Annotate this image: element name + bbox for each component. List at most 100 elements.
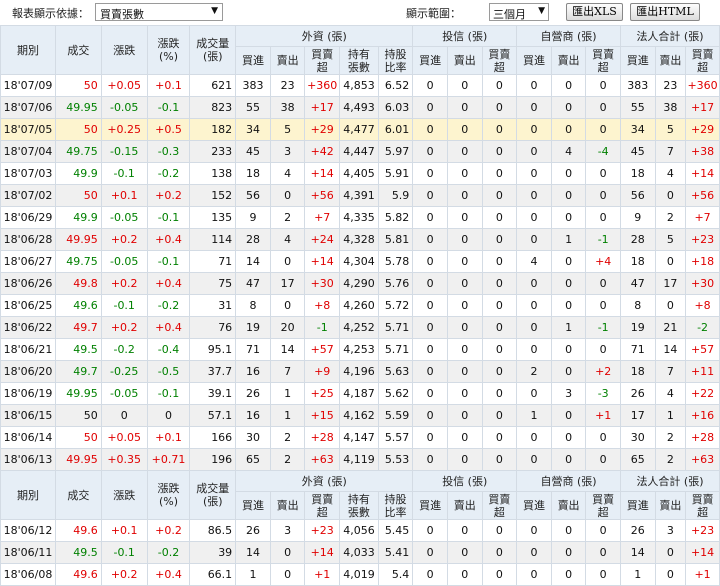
table-cell: 0 <box>412 162 448 185</box>
report-basis-select[interactable]: 買賣張數 ▼ <box>95 3 223 21</box>
table-cell: +1 <box>304 563 341 586</box>
table-cell: +0.1 <box>100 184 148 207</box>
table-cell: 18'07/09 <box>0 74 56 97</box>
table-cell: 0 <box>269 541 306 564</box>
table-cell: 0 <box>446 228 483 251</box>
table-cell: 0 <box>481 228 518 251</box>
table-cell: 21 <box>654 316 687 339</box>
table-cell: 114 <box>189 228 237 251</box>
col-header-sell: 賣出 <box>269 46 306 75</box>
table-cell: 0 <box>481 206 518 229</box>
col-header-buy: 買進 <box>619 46 656 75</box>
table-cell: 0 <box>550 118 587 141</box>
range-value: 三個月 <box>493 8 526 21</box>
export-xls-button[interactable]: 匯出XLS <box>566 3 623 21</box>
col-header-sell: 賣出 <box>654 491 687 520</box>
table-cell: +360 <box>685 74 720 97</box>
table-cell: +0.2 <box>100 563 148 586</box>
group-header-trust: 投信 (張) <box>412 470 518 492</box>
table-cell: +42 <box>304 140 341 163</box>
toolbar: 報表顯示依據： 買賣張數 ▼ 顯示範圍： 三個月 ▼ 匯出XLS 匯出HTML <box>0 0 720 25</box>
table-cell: 0 <box>481 360 518 383</box>
table-cell: 55 <box>619 96 656 119</box>
table-cell: 0 <box>269 294 306 317</box>
table-cell: 18'07/02 <box>0 184 56 207</box>
table-cell: +63 <box>304 448 341 471</box>
table-cell: -0.2 <box>146 541 191 564</box>
table-cell: +14 <box>685 162 720 185</box>
table-cell: 4 <box>654 162 687 185</box>
table-cell: +28 <box>685 426 720 449</box>
col-header-change: 漲跌 <box>100 25 148 75</box>
table-cell: 6.01 <box>377 118 414 141</box>
table-cell: 2 <box>654 448 687 471</box>
group-header-dealer: 自營商 (張) <box>516 470 621 492</box>
table-cell: 2 <box>654 206 687 229</box>
table-cell: 4 <box>269 228 306 251</box>
col-header-buy: 買進 <box>516 491 552 520</box>
table-cell: 18'07/05 <box>0 118 56 141</box>
table-cell: 0 <box>412 74 448 97</box>
table-cell: +0.05 <box>100 74 148 97</box>
group-header-foreign: 外資 (張) <box>235 470 414 492</box>
table-cell: 2 <box>269 206 306 229</box>
table-cell: 0 <box>412 96 448 119</box>
table-cell: 0 <box>654 184 687 207</box>
table-cell: 5.82 <box>377 206 414 229</box>
table-cell: 0 <box>585 519 621 542</box>
table-cell: 0 <box>585 206 621 229</box>
table-cell: 5.53 <box>377 448 414 471</box>
table-cell: 0 <box>146 404 191 427</box>
table-cell: 4,056 <box>339 519 379 542</box>
table-cell: +0.2 <box>100 316 148 339</box>
table-cell: 5 <box>654 118 687 141</box>
table-cell: +57 <box>304 338 341 361</box>
table-cell: 18'07/06 <box>0 96 56 119</box>
col-header-volume: 成交量 (張) <box>189 25 237 75</box>
table-cell: +7 <box>685 206 720 229</box>
table-cell: 4,253 <box>339 338 379 361</box>
table-cell: 0 <box>412 404 448 427</box>
table-cell: 0 <box>550 426 587 449</box>
table-cell: 0 <box>446 338 483 361</box>
table-cell: 0 <box>516 162 552 185</box>
table-cell: +0.1 <box>100 519 148 542</box>
table-cell: 4,477 <box>339 118 379 141</box>
table-cell: 18'06/20 <box>0 360 56 383</box>
table-cell: 5.81 <box>377 228 414 251</box>
table-cell: 49.95 <box>54 228 102 251</box>
table-cell: 23 <box>654 74 687 97</box>
range-select[interactable]: 三個月 ▼ <box>489 3 549 21</box>
table-cell: 56 <box>235 184 271 207</box>
table-cell: 8 <box>235 294 271 317</box>
table-cell: 0 <box>412 448 448 471</box>
table-cell: 5.76 <box>377 272 414 295</box>
table-cell: 0 <box>516 74 552 97</box>
table-cell: 0 <box>446 294 483 317</box>
table-cell: 49.8 <box>54 272 102 295</box>
export-html-button[interactable]: 匯出HTML <box>630 3 700 21</box>
table-row: 18'07/04 49.75 -0.15 -0.3 233 45 3 +42 4,447 5.97… <box>0 140 720 163</box>
group-header-total: 法人合計 (張) <box>619 25 720 47</box>
table-cell: 0 <box>412 118 448 141</box>
table-cell: +1 <box>585 404 621 427</box>
table-cell: 86.5 <box>189 519 237 542</box>
col-header-date: 期別 <box>0 470 56 520</box>
table-cell: 2 <box>269 448 306 471</box>
table-cell: 49.7 <box>54 360 102 383</box>
table-cell: 5.41 <box>377 541 414 564</box>
table-cell: 71 <box>235 338 271 361</box>
table-cell: 16 <box>235 404 271 427</box>
table-cell: +0.05 <box>100 426 148 449</box>
table-row: 18'07/09 50 +0.05 +0.1 621 383 23 +360 4,853 6.52… <box>0 74 720 97</box>
table-cell: 5.63 <box>377 360 414 383</box>
table-cell: +17 <box>304 96 341 119</box>
table-cell: +0.1 <box>146 74 191 97</box>
table-cell: +38 <box>685 140 720 163</box>
table-cell: 0 <box>412 294 448 317</box>
table-cell: 4,290 <box>339 272 379 295</box>
table-row: 18'07/06 49.95 -0.05 -0.1 823 55 38 +17 4,493 6.0… <box>0 96 720 119</box>
table-cell: 0 <box>412 360 448 383</box>
table-cell: 39.1 <box>189 382 237 405</box>
table-cell: 4,328 <box>339 228 379 251</box>
